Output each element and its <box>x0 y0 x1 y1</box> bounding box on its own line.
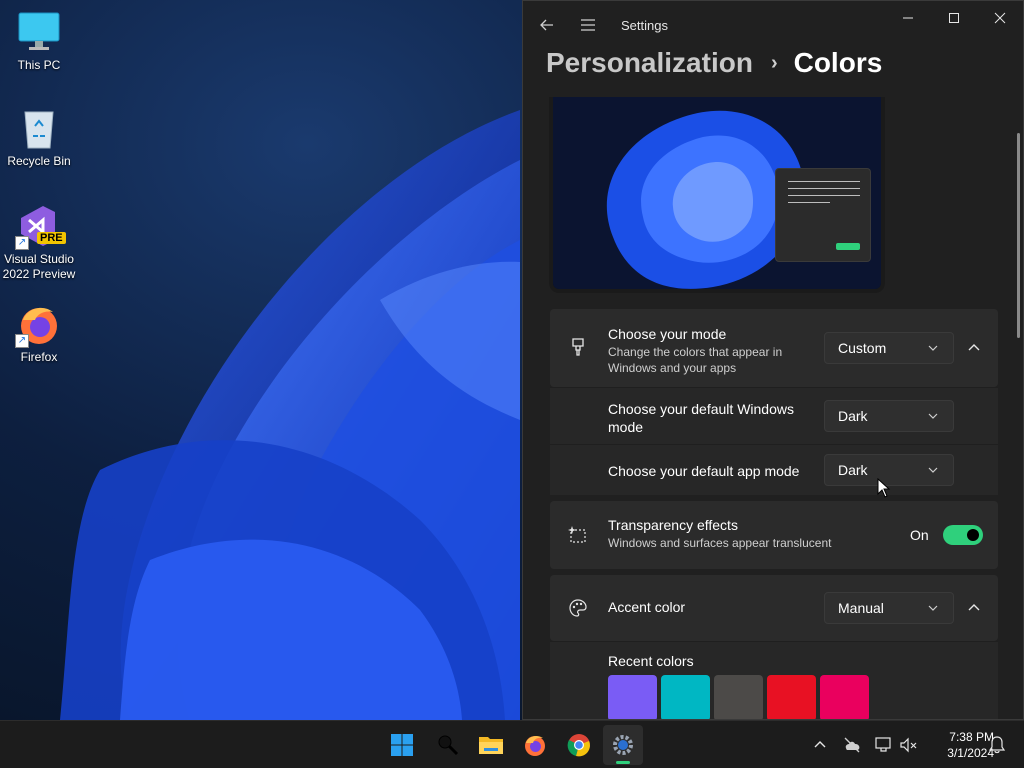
accent-color-card: Accent color Manual <box>550 575 998 641</box>
theme-preview <box>549 97 885 293</box>
chevron-up-icon[interactable] <box>810 735 830 755</box>
accent-dropdown[interactable]: Manual <box>824 592 954 624</box>
chevron-down-icon <box>928 413 938 419</box>
title-bar: Settings <box>523 1 1023 49</box>
brush-icon <box>572 338 584 356</box>
firefox-icon <box>525 735 545 756</box>
settings-icon <box>613 735 633 755</box>
shortcut-arrow-icon: ↗ <box>15 236 29 250</box>
search-icon <box>438 735 459 756</box>
transparency-toggle[interactable] <box>943 525 983 545</box>
windows-mode-row: Choose your default Windows mode Dark <box>550 388 998 444</box>
network-icon[interactable] <box>874 735 894 755</box>
page-title: Colors <box>793 47 883 78</box>
start-button[interactable] <box>382 725 422 765</box>
volume-muted-icon[interactable] <box>899 735 919 755</box>
close-button[interactable] <box>977 1 1023 35</box>
desktop-icon-label: This PC <box>17 58 61 72</box>
color-swatch[interactable] <box>661 675 710 719</box>
visual-studio-icon: PRE ↗ <box>15 204 66 250</box>
window-title: Settings <box>621 18 668 33</box>
transparency-icon <box>568 526 586 543</box>
mode-dropdown-value: Custom <box>838 340 887 356</box>
choose-mode-card: Choose your mode Change the colors that … <box>550 309 998 387</box>
desktop-icon-recycle-bin[interactable]: Recycle Bin <box>2 106 76 169</box>
desktop-icon-label: Recycle Bin <box>7 154 71 168</box>
chevron-down-icon <box>928 605 938 611</box>
notification-bell-icon[interactable] <box>987 735 1007 755</box>
settings-taskbar-button[interactable] <box>603 725 643 765</box>
accent-dropdown-value: Manual <box>838 600 884 616</box>
active-app-indicator <box>616 761 630 764</box>
maximize-icon <box>949 13 959 23</box>
breadcrumb-personalization[interactable]: Personalization <box>546 47 753 79</box>
navigation-menu-button[interactable] <box>572 9 604 41</box>
desktop-icon-this-pc[interactable]: This PC <box>2 10 76 73</box>
desktop-icon-firefox[interactable]: ↗ Firefox <box>2 302 76 365</box>
windows-mode-dropdown-value: Dark <box>838 408 868 424</box>
chrome-icon <box>567 734 590 757</box>
desktop-icon-label: Firefox <box>20 350 58 364</box>
breadcrumb: Personalization › Colors <box>546 47 882 79</box>
chevron-up-icon[interactable] <box>964 598 984 618</box>
firefox-icon: ↗ <box>15 302 61 348</box>
taskbar: 7:38 PM 3/1/2024 <box>0 720 1024 768</box>
back-button[interactable] <box>531 9 563 41</box>
recent-colors-section: Recent colors <box>550 642 998 719</box>
transparency-card: Transparency effects Windows and surface… <box>550 501 998 569</box>
accent-title: Accent color <box>608 599 686 615</box>
recycle-bin-icon <box>17 106 61 150</box>
chevron-up-icon[interactable] <box>964 338 984 358</box>
windows-mode-dropdown[interactable]: Dark <box>824 400 954 432</box>
breadcrumb-separator: › <box>770 51 778 74</box>
maximize-button[interactable] <box>931 1 977 35</box>
mouse-cursor-icon <box>877 478 891 498</box>
chevron-down-icon <box>928 345 938 351</box>
settings-window: Settings Personalization › Colors Choose… <box>522 0 1024 720</box>
mode-title: Choose your mode <box>608 326 727 342</box>
app-mode-title: Choose your default app mode <box>608 463 800 479</box>
desktop-icon-label: Visual Studio 2022 Preview <box>2 252 76 281</box>
color-swatch[interactable] <box>767 675 816 719</box>
minimize-button[interactable] <box>885 1 931 35</box>
file-explorer-icon <box>479 737 503 754</box>
cloud-offline-icon[interactable] <box>842 735 862 755</box>
color-swatch[interactable] <box>608 675 657 719</box>
preview-window <box>775 168 871 262</box>
toggle-knob <box>967 529 979 541</box>
hamburger-icon <box>581 19 595 31</box>
recent-colors-title: Recent colors <box>608 653 694 669</box>
clock-date: 3/1/2024 <box>947 746 994 760</box>
chrome-taskbar-button[interactable] <box>559 725 599 765</box>
pre-badge: PRE <box>37 232 66 244</box>
settings-content: Choose your mode Change the colors that … <box>523 97 1023 719</box>
chevron-down-icon <box>928 467 938 473</box>
mode-description: Change the colors that appear in Windows… <box>608 345 783 375</box>
color-swatch[interactable] <box>820 675 869 719</box>
back-arrow-icon <box>540 19 553 31</box>
clock[interactable]: 7:38 PM 3/1/2024 <box>920 729 994 761</box>
transparency-state: On <box>910 527 929 543</box>
palette-icon <box>569 599 587 617</box>
scrollbar[interactable] <box>1017 133 1020 338</box>
recent-colors-list <box>608 675 869 719</box>
color-swatch[interactable] <box>714 675 763 719</box>
desktop-icon-visual-studio[interactable]: PRE ↗ Visual Studio 2022 Preview <box>2 204 76 282</box>
clock-time: 7:38 PM <box>949 730 994 744</box>
file-explorer-button[interactable] <box>471 725 511 765</box>
transparency-description: Windows and surfaces appear translucent <box>608 536 832 550</box>
start-icon <box>391 734 413 756</box>
minimize-icon <box>903 17 913 19</box>
search-button[interactable] <box>428 725 468 765</box>
app-mode-dropdown-value: Dark <box>838 462 868 478</box>
transparency-title: Transparency effects <box>608 517 738 533</box>
shortcut-arrow-icon: ↗ <box>15 334 29 348</box>
app-mode-row: Choose your default app mode Dark <box>550 445 998 495</box>
mode-dropdown[interactable]: Custom <box>824 332 954 364</box>
close-icon <box>994 12 1006 24</box>
firefox-taskbar-button[interactable] <box>515 725 555 765</box>
windows-mode-title: Choose your default Windows mode <box>608 401 794 435</box>
monitor-icon <box>17 10 61 54</box>
